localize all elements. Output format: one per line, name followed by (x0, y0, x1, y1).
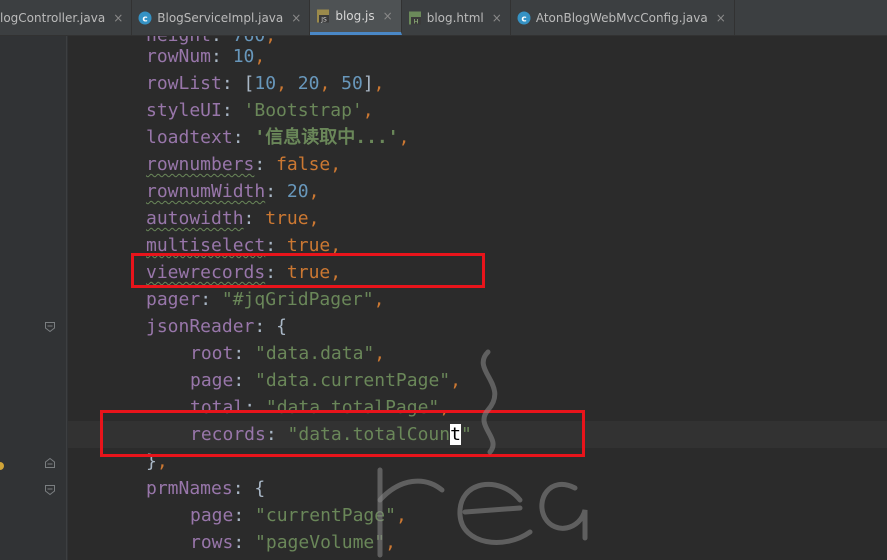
close-icon[interactable]: × (113, 11, 123, 25)
tab-aton-blog-web-mvc-config[interactable]: c AtonBlogWebMvcConfig.java × (511, 0, 735, 35)
tab-label: BlogServiceImpl.java (157, 10, 284, 25)
code-line[interactable]: loadtext: '信息读取中...', (146, 124, 409, 151)
tab-blog-service-impl[interactable]: c BlogServiceImpl.java × (132, 0, 311, 35)
editor-tab-bar: logController.java × c BlogServiceImpl.j… (0, 0, 887, 36)
ide-window: logController.java × c BlogServiceImpl.j… (0, 0, 887, 560)
java-class-icon: c (138, 11, 152, 24)
close-icon[interactable]: × (492, 11, 502, 25)
svg-text:c: c (521, 14, 526, 24)
tab-label: logController.java (0, 10, 106, 25)
tab-label: AtonBlogWebMvcConfig.java (535, 10, 708, 25)
code-line[interactable]: rows: "pageVolume", (190, 529, 396, 556)
gutter-separator (66, 36, 67, 560)
html-file-icon: H (408, 11, 421, 25)
svg-text:JS: JS (321, 17, 328, 24)
highlight-box-viewrecords (131, 253, 485, 288)
code-line[interactable]: root: "data.data", (190, 340, 385, 367)
java-class-icon: c (517, 11, 531, 24)
code-line[interactable]: rownumWidth: 20, (146, 178, 319, 205)
code-line[interactable]: prmNames: { (146, 475, 265, 502)
fold-close-icon[interactable] (44, 457, 56, 469)
code-line[interactable]: page: "data.currentPage", (190, 367, 461, 394)
tab-blog-html[interactable]: H blog.html × (402, 0, 511, 35)
fold-open-icon[interactable] (44, 321, 56, 333)
code-line[interactable]: pager: "#jqGridPager", (146, 286, 384, 313)
tab-label: blog.js (335, 9, 375, 23)
javascript-file-icon: JS (317, 9, 330, 24)
code-line[interactable]: styleUI: 'Bootstrap', (146, 97, 374, 124)
fold-open-icon[interactable] (44, 484, 56, 496)
highlight-box-records (100, 410, 585, 457)
editor-gutter[interactable] (0, 36, 68, 560)
code-line[interactable]: autowidth: true, (146, 205, 319, 232)
tab-blog-js[interactable]: JS blog.js × (310, 0, 402, 35)
code-line[interactable]: page: "currentPage", (190, 502, 407, 529)
code-editor[interactable]: height: 760, rowNum: 10, rowList: [10, 2… (68, 36, 887, 560)
code-line[interactable]: jsonReader: { (146, 313, 287, 340)
code-line[interactable]: rowNum: 10, (146, 43, 265, 70)
tab-label: blog.html (426, 10, 484, 25)
close-icon[interactable]: × (383, 9, 393, 23)
tab-log-controller[interactable]: logController.java × (0, 0, 133, 35)
code-line[interactable]: rowList: [10, 20, 50], (146, 70, 385, 97)
close-icon[interactable]: × (716, 11, 726, 25)
close-icon[interactable]: × (291, 11, 301, 25)
svg-text:c: c (143, 14, 148, 24)
code-line[interactable]: rownumbers: false, (146, 151, 341, 178)
bookmark-marker[interactable] (0, 462, 4, 470)
svg-text:H: H (413, 18, 418, 25)
